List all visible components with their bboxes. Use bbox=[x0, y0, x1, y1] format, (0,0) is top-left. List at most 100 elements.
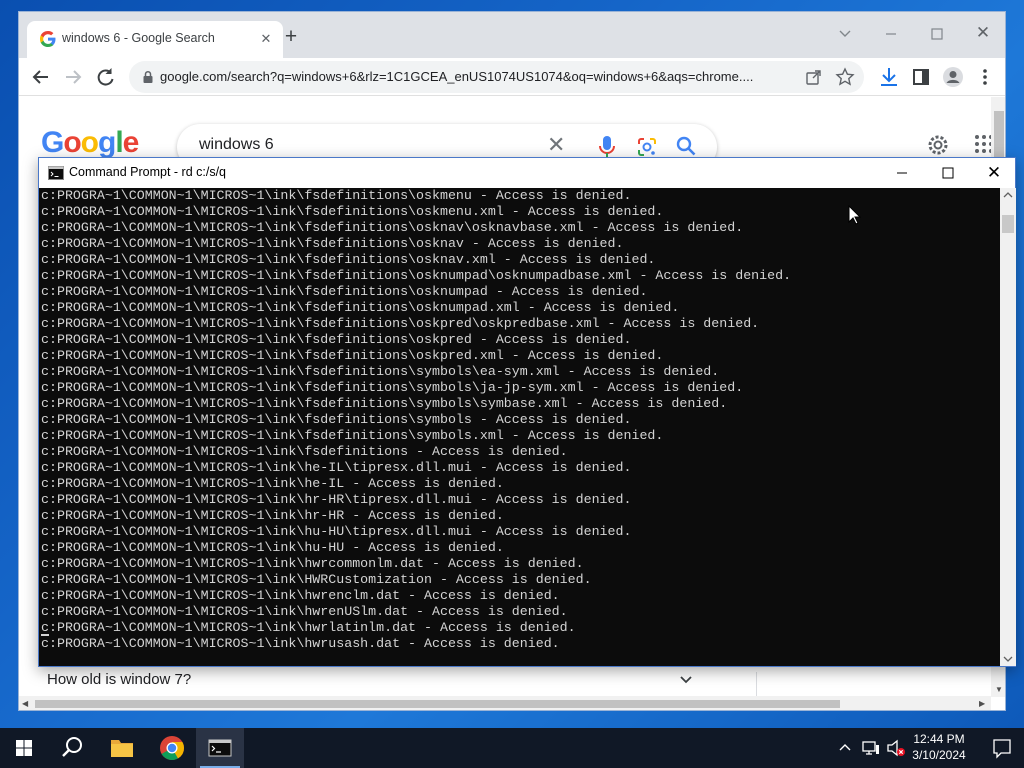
console-line: c:PROGRA~1\COMMON~1\MICROS~1\ink\fsdefin… bbox=[41, 380, 744, 395]
console-line: c:PROGRA~1\COMMON~1\MICROS~1\ink\he-IL -… bbox=[41, 476, 504, 491]
taskbar-file-explorer[interactable] bbox=[98, 728, 146, 768]
console-line: c:PROGRA~1\COMMON~1\MICROS~1\ink\fsdefin… bbox=[41, 300, 680, 315]
scroll-down-arrow-icon[interactable]: ▼ bbox=[995, 685, 1003, 694]
console-line: c:PROGRA~1\COMMON~1\MICROS~1\ink\fsdefin… bbox=[41, 252, 656, 267]
network-icon[interactable] bbox=[862, 740, 880, 756]
microphone-icon[interactable] bbox=[597, 135, 617, 159]
console-line: c:PROGRA~1\COMMON~1\MICROS~1\ink\hwrcomm… bbox=[41, 556, 584, 571]
scroll-down-arrow-icon[interactable] bbox=[1003, 655, 1013, 663]
console-lines: c:PROGRA~1\COMMON~1\MICROS~1\ink\fsdefin… bbox=[41, 188, 1000, 652]
forward-arrow-icon[interactable] bbox=[59, 63, 87, 91]
clear-search-icon[interactable]: ✕ bbox=[547, 134, 565, 156]
related-question-item[interactable]: How old is window 7? bbox=[47, 669, 707, 697]
tab-close-icon[interactable]: ✕ bbox=[257, 30, 275, 48]
scroll-up-arrow-icon[interactable] bbox=[1003, 191, 1013, 199]
notification-icon bbox=[993, 739, 1011, 759]
chrome-icon bbox=[160, 736, 184, 761]
taskbar-chrome[interactable] bbox=[148, 728, 196, 768]
console-line: c:PROGRA~1\COMMON~1\MICROS~1\ink\hr-HR\t… bbox=[41, 492, 632, 507]
console-output[interactable]: c:PROGRA~1\COMMON~1\MICROS~1\ink\fsdefin… bbox=[39, 188, 1000, 666]
search-query-text[interactable]: windows 6 bbox=[199, 136, 274, 154]
console-line: c:PROGRA~1\COMMON~1\MICROS~1\ink\fsdefin… bbox=[41, 348, 664, 363]
console-line: c:PROGRA~1\COMMON~1\MICROS~1\ink\hu-HU\t… bbox=[41, 524, 632, 539]
chrome-close-button[interactable]: ✕ bbox=[963, 19, 1003, 49]
console-line: c:PROGRA~1\COMMON~1\MICROS~1\ink\fsdefin… bbox=[41, 428, 664, 443]
google-favicon-icon bbox=[40, 31, 56, 47]
console-line: c:PROGRA~1\COMMON~1\MICROS~1\ink\fsdefin… bbox=[41, 268, 792, 283]
cmd-minimize-button[interactable] bbox=[879, 158, 925, 188]
taskbar: 12:44 PM 3/10/2024 bbox=[0, 728, 1024, 768]
lock-icon[interactable] bbox=[141, 70, 155, 84]
clock-time: 12:44 PM bbox=[913, 732, 965, 746]
search-icon bbox=[62, 737, 82, 757]
scroll-left-arrow-icon[interactable]: ◀ bbox=[22, 699, 28, 708]
console-line: c:PROGRA~1\COMMON~1\MICROS~1\ink\fsdefin… bbox=[41, 204, 664, 219]
console-line: c:PROGRA~1\COMMON~1\MICROS~1\ink\fsdefin… bbox=[41, 396, 728, 411]
console-vertical-scrollbar[interactable] bbox=[1000, 188, 1016, 666]
console-line: c:PROGRA~1\COMMON~1\MICROS~1\ink\hwrenUS… bbox=[41, 604, 568, 619]
text-cursor bbox=[41, 634, 49, 636]
side-panel-icon[interactable] bbox=[907, 63, 935, 91]
tab-title: windows 6 - Google Search bbox=[62, 31, 215, 45]
console-scroll-thumb[interactable] bbox=[1002, 215, 1014, 233]
bookmark-star-icon[interactable] bbox=[835, 67, 855, 87]
taskbar-clock[interactable]: 12:44 PM 3/10/2024 bbox=[902, 731, 976, 763]
settings-gear-icon[interactable] bbox=[925, 132, 951, 158]
taskbar-search-button[interactable] bbox=[48, 728, 96, 768]
related-question-text[interactable]: How old is window 7? bbox=[47, 671, 191, 688]
profile-avatar-icon[interactable] bbox=[939, 63, 967, 91]
more-menu-icon[interactable] bbox=[971, 63, 999, 91]
tab-search-chevron-icon[interactable] bbox=[825, 19, 865, 49]
console-line: c:PROGRA~1\COMMON~1\MICROS~1\ink\hwrencl… bbox=[41, 588, 560, 603]
command-prompt-title-bar[interactable]: Command Prompt - rd c:/s/q ✕ bbox=[39, 158, 1015, 188]
console-line: c:PROGRA~1\COMMON~1\MICROS~1\ink\fsdefin… bbox=[41, 236, 624, 251]
folder-icon bbox=[111, 740, 133, 757]
address-bar[interactable]: google.com/search?q=windows+6&rlz=1C1GCE… bbox=[129, 61, 864, 93]
console-line: c:PROGRA~1\COMMON~1\MICROS~1\ink\fsdefin… bbox=[41, 364, 720, 379]
browser-toolbar: google.com/search?q=windows+6&rlz=1C1GCE… bbox=[19, 58, 1005, 96]
browser-tab[interactable]: windows 6 - Google Search ✕ bbox=[27, 21, 283, 58]
cmd-close-button[interactable]: ✕ bbox=[971, 158, 1017, 188]
back-arrow-icon[interactable] bbox=[27, 63, 55, 91]
page-horizontal-scroll-thumb[interactable] bbox=[35, 700, 840, 708]
console-line: c:PROGRA~1\COMMON~1\MICROS~1\ink\fsdefin… bbox=[41, 188, 632, 203]
console-line: c:PROGRA~1\COMMON~1\MICROS~1\ink\hu-HU -… bbox=[41, 540, 504, 555]
tab-strip: windows 6 - Google Search ✕ + ✕ bbox=[19, 12, 1005, 58]
start-button[interactable] bbox=[0, 728, 48, 768]
console-line: c:PROGRA~1\COMMON~1\MICROS~1\ink\fsdefin… bbox=[41, 284, 648, 299]
page-horizontal-scrollbar[interactable]: ◀ ▶ bbox=[19, 696, 991, 710]
console-line: c:PROGRA~1\COMMON~1\MICROS~1\ink\fsdefin… bbox=[41, 444, 568, 459]
notifications-button[interactable] bbox=[980, 728, 1024, 768]
console-line: c:PROGRA~1\COMMON~1\MICROS~1\ink\fsdefin… bbox=[41, 220, 744, 235]
reload-icon[interactable] bbox=[91, 63, 119, 91]
google-logo[interactable]: Google bbox=[41, 126, 139, 160]
scroll-right-arrow-icon[interactable]: ▶ bbox=[979, 699, 985, 708]
url-text: google.com/search?q=windows+6&rlz=1C1GCE… bbox=[160, 69, 754, 84]
new-tab-button[interactable]: + bbox=[278, 25, 304, 51]
google-lens-icon[interactable] bbox=[636, 136, 658, 158]
search-icon[interactable] bbox=[675, 135, 697, 157]
console-line: c:PROGRA~1\COMMON~1\MICROS~1\ink\fsdefin… bbox=[41, 332, 632, 347]
chrome-minimize-button[interactable] bbox=[871, 19, 911, 49]
share-icon[interactable] bbox=[805, 68, 823, 86]
console-line: c:PROGRA~1\COMMON~1\MICROS~1\ink\fsdefin… bbox=[41, 412, 632, 427]
windows-logo-icon bbox=[16, 740, 32, 756]
cmd-maximize-button[interactable] bbox=[925, 158, 971, 188]
clock-date: 3/10/2024 bbox=[912, 748, 966, 762]
console-line: c:PROGRA~1\COMMON~1\MICROS~1\ink\hr-HR -… bbox=[41, 508, 504, 523]
command-prompt-window[interactable]: Command Prompt - rd c:/s/q ✕ c:PROGRA~1\… bbox=[38, 157, 1016, 667]
download-icon[interactable] bbox=[875, 63, 903, 91]
terminal-icon bbox=[48, 166, 64, 180]
taskbar-command-prompt[interactable] bbox=[196, 728, 244, 768]
console-line: c:PROGRA~1\COMMON~1\MICROS~1\ink\he-IL\t… bbox=[41, 460, 632, 475]
console-line: c:PROGRA~1\COMMON~1\MICROS~1\ink\hwrlati… bbox=[41, 620, 576, 635]
chevron-up-icon[interactable] bbox=[838, 741, 852, 755]
knowledge-panel-edge bbox=[756, 672, 992, 697]
console-line: c:PROGRA~1\COMMON~1\MICROS~1\ink\hwrusas… bbox=[41, 636, 560, 651]
chrome-maximize-button[interactable] bbox=[917, 19, 957, 49]
console-line: c:PROGRA~1\COMMON~1\MICROS~1\ink\fsdefin… bbox=[41, 316, 760, 331]
terminal-icon bbox=[208, 739, 232, 757]
console-line: c:PROGRA~1\COMMON~1\MICROS~1\ink\HWRCust… bbox=[41, 572, 592, 587]
chevron-down-icon[interactable] bbox=[679, 673, 693, 687]
command-prompt-title: Command Prompt - rd c:/s/q bbox=[69, 165, 226, 179]
